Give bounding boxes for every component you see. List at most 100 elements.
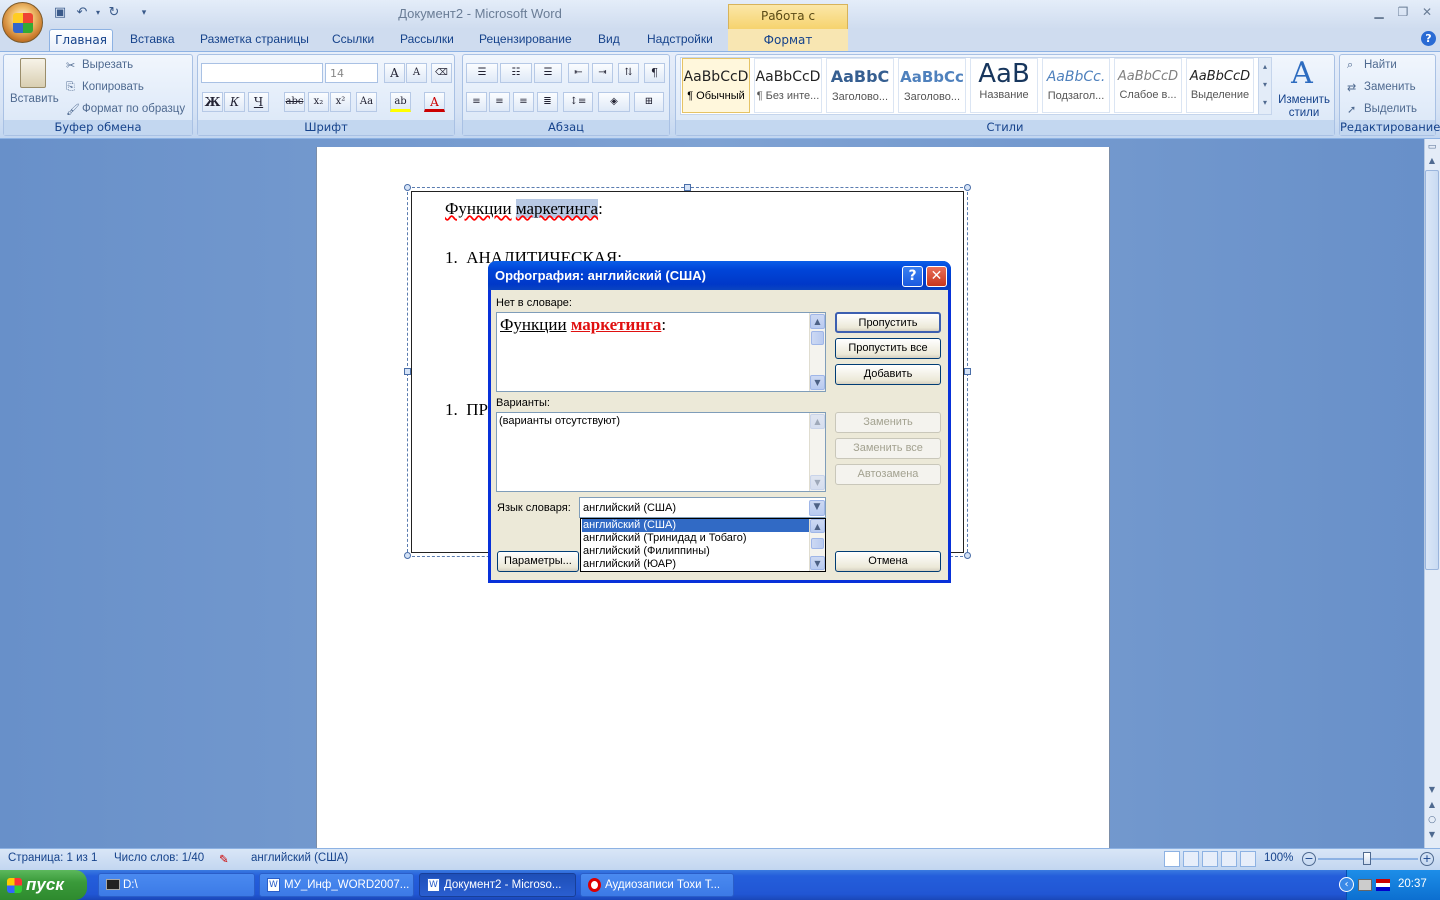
zoom-level[interactable]: 100%: [1264, 852, 1293, 864]
task-word-doc2[interactable]: Документ2 - Microso...: [419, 873, 576, 897]
tab-references[interactable]: Ссылки: [332, 32, 374, 51]
resize-handle[interactable]: [684, 184, 691, 191]
change-button[interactable]: Заменить: [835, 412, 941, 433]
ignore-all-button[interactable]: Пропустить все: [835, 338, 941, 359]
format-painter-button[interactable]: Формат по образцу: [82, 103, 185, 115]
replace-button[interactable]: Заменить: [1364, 81, 1416, 93]
cancel-button[interactable]: Отмена: [835, 551, 941, 572]
chevron-down-icon[interactable]: ▼: [809, 500, 825, 516]
outline-view-icon[interactable]: [1221, 851, 1237, 867]
style-subtle-emphasis[interactable]: AaBbCcD Слабое в...: [1114, 58, 1182, 113]
minimize-icon[interactable]: ▁: [1369, 5, 1389, 20]
change-case-button[interactable]: Aa: [356, 92, 377, 112]
strikethrough-button[interactable]: abc: [284, 92, 305, 112]
sort-button[interactable]: ⇅: [618, 63, 639, 83]
numbering-button[interactable]: ☷: [500, 63, 532, 83]
resize-handle[interactable]: [964, 368, 971, 375]
office-button[interactable]: [2, 2, 43, 43]
select-button[interactable]: Выделить: [1364, 103, 1417, 115]
draft-view-icon[interactable]: [1240, 851, 1256, 867]
style-no-spacing[interactable]: AaBbCcD ¶ Без инте...: [754, 58, 822, 113]
copy-button[interactable]: Копировать: [82, 81, 144, 93]
web-view-icon[interactable]: [1202, 851, 1218, 867]
network-icon[interactable]: [1358, 879, 1372, 891]
full-screen-view-icon[interactable]: [1183, 851, 1199, 867]
tab-home[interactable]: Главная: [49, 29, 113, 52]
tab-insert[interactable]: Вставка: [130, 32, 175, 51]
proofing-icon[interactable]: ✎: [219, 852, 229, 866]
task-explorer[interactable]: D:\: [98, 873, 255, 897]
scroll-thumb[interactable]: [811, 331, 824, 345]
zoom-out-icon[interactable]: −: [1302, 852, 1316, 866]
tab-review[interactable]: Рецензирование: [479, 32, 572, 51]
zoom-in-icon[interactable]: +: [1420, 852, 1434, 866]
language-option[interactable]: английский (Филиппины): [582, 545, 809, 558]
add-to-dictionary-button[interactable]: Добавить: [835, 364, 941, 385]
scroll-up-icon[interactable]: ▲: [810, 519, 825, 533]
tab-addins[interactable]: Надстройки: [647, 32, 713, 51]
language-option[interactable]: английский (США): [582, 519, 809, 532]
scroll-down-icon[interactable]: ▼: [1426, 785, 1438, 797]
find-button[interactable]: Найти: [1364, 59, 1397, 71]
tab-page-layout[interactable]: Разметка страницы: [200, 32, 309, 51]
language-option[interactable]: английский (ЮАР): [582, 558, 809, 571]
style-title[interactable]: AaB Название: [970, 58, 1038, 113]
browse-object-icon[interactable]: ○: [1426, 815, 1438, 827]
scroll-up-icon[interactable]: ▲: [810, 314, 825, 329]
clear-format-button[interactable]: ⌫: [431, 63, 452, 83]
help-icon[interactable]: ?: [1421, 31, 1436, 46]
increase-indent-button[interactable]: ⇥: [592, 63, 613, 83]
align-center-button[interactable]: ≡: [489, 92, 510, 112]
line-spacing-button[interactable]: ↕≡: [563, 92, 593, 112]
font-name-combo[interactable]: [201, 63, 323, 83]
task-opera[interactable]: Аудиозаписи Тохи Т...: [580, 873, 734, 897]
highlight-button[interactable]: ab: [390, 92, 411, 112]
subscript-button[interactable]: x₂: [308, 92, 329, 112]
dialog-close-icon[interactable]: ✕: [926, 266, 947, 287]
italic-button[interactable]: К: [224, 92, 245, 112]
resize-handle[interactable]: [964, 552, 971, 559]
align-right-button[interactable]: ≡: [513, 92, 534, 112]
scroll-down-icon[interactable]: ▼: [810, 556, 825, 570]
scroll-down-icon[interactable]: ▼: [810, 375, 825, 390]
scroll-thumb[interactable]: [1425, 170, 1439, 570]
language-option[interactable]: английский (Тринидад и Тобаго): [582, 532, 809, 545]
ruler-toggle-icon[interactable]: ▭: [1426, 142, 1438, 154]
zoom-slider-thumb[interactable]: [1363, 852, 1371, 865]
doc-heading[interactable]: Функции маркетинга:: [445, 199, 603, 219]
resize-handle[interactable]: [404, 368, 411, 375]
clock[interactable]: 20:37: [1398, 878, 1427, 890]
change-styles-button[interactable]: Изменить стили: [1276, 94, 1332, 120]
change-all-button[interactable]: Заменить все: [835, 438, 941, 459]
status-words[interactable]: Число слов: 1/40: [114, 852, 204, 864]
ignore-button[interactable]: Пропустить: [835, 312, 941, 333]
cut-button[interactable]: Вырезать: [82, 59, 133, 71]
align-left-button[interactable]: ≡: [466, 92, 487, 112]
tray-expand-icon[interactable]: ‹: [1339, 877, 1354, 892]
font-color-button[interactable]: A: [424, 92, 445, 112]
task-word-mu[interactable]: МУ_Инф_WORD2007...: [259, 873, 414, 897]
style-emphasis[interactable]: AaBbCcD Выделение: [1186, 58, 1254, 113]
language-flag-icon[interactable]: [1376, 879, 1390, 891]
font-size-combo[interactable]: 14: [325, 63, 378, 83]
bold-button[interactable]: Ж: [202, 92, 223, 112]
print-layout-view-icon[interactable]: [1164, 851, 1180, 867]
decrease-indent-button[interactable]: ⇤: [568, 63, 589, 83]
prev-page-icon[interactable]: ▲: [1426, 800, 1438, 812]
tab-mailings[interactable]: Рассылки: [400, 32, 454, 51]
style-subtitle[interactable]: AaBbCc. Подзагол...: [1042, 58, 1110, 113]
justify-button[interactable]: ≣: [537, 92, 558, 112]
paste-button[interactable]: Вставить: [10, 93, 59, 105]
borders-button[interactable]: ⊞: [634, 92, 664, 112]
scroll-up-icon[interactable]: ▲: [1426, 156, 1438, 168]
next-page-icon[interactable]: ▼: [1426, 830, 1438, 842]
tab-format[interactable]: Формат: [728, 29, 848, 51]
scroll-thumb[interactable]: [811, 538, 824, 549]
styles-gallery-scroll[interactable]: ▴ ▾ ▾: [1258, 58, 1271, 114]
restore-icon[interactable]: ❐: [1393, 5, 1413, 20]
close-icon[interactable]: ✕: [1417, 5, 1437, 20]
status-page[interactable]: Страница: 1 из 1: [8, 852, 97, 864]
tab-view[interactable]: Вид: [598, 32, 620, 51]
show-marks-button[interactable]: ¶: [644, 63, 665, 83]
style-heading2[interactable]: AaBbCc Заголово...: [898, 58, 966, 113]
